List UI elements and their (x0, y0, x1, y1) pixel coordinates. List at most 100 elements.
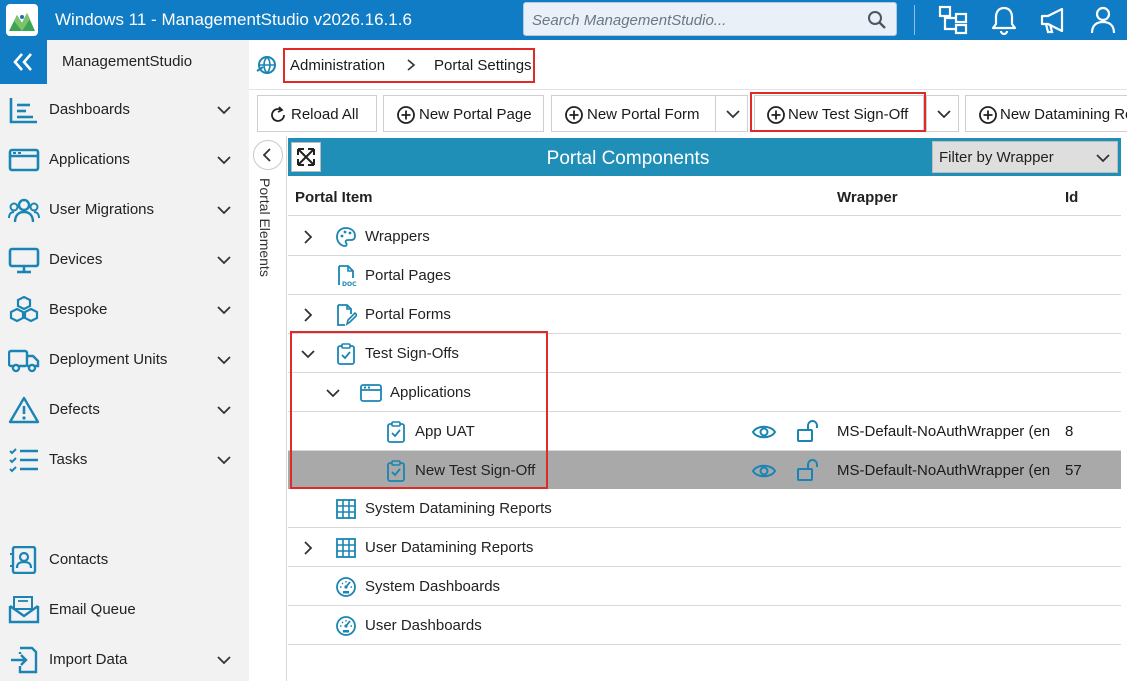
chevron-down-icon[interactable] (216, 202, 232, 218)
window-icon (8, 148, 40, 172)
chevron-right-icon[interactable] (300, 229, 316, 245)
users-icon (8, 198, 40, 223)
add-circle-icon (979, 106, 997, 124)
sidebar-item-defects[interactable]: Defects (0, 388, 249, 432)
sidebar-item-user-migrations[interactable]: User Migrations (0, 188, 249, 232)
add-circle-icon (397, 106, 415, 124)
collapse-sidebar-button[interactable] (0, 40, 47, 84)
column-id[interactable]: Id (1065, 189, 1078, 206)
sidebar-item-deployment-units[interactable]: Deployment Units (0, 338, 249, 382)
email-icon (8, 596, 40, 624)
tree-row-new-test-sign-off[interactable]: New Test Sign-Off MS-Default-NoAuthWrapp… (288, 451, 1121, 490)
eye-icon[interactable] (752, 461, 776, 481)
sidebar-item-bespoke[interactable]: Bespoke (0, 288, 249, 332)
grid-icon (336, 499, 356, 519)
monitor-icon (8, 247, 40, 274)
doc-file-icon: DOC (338, 265, 357, 287)
chevron-down-icon[interactable] (325, 385, 341, 401)
column-portal-item[interactable]: Portal Item (295, 189, 373, 206)
portal-elements-label[interactable]: Portal Elements (257, 178, 273, 277)
chevron-right-icon[interactable] (300, 540, 316, 556)
sidebar-item-label: Defects (49, 401, 100, 418)
tree-row-app-uat[interactable]: App UAT MS-Default-NoAuthWrapper (en 8 (288, 412, 1121, 451)
reload-all-label: Reload All (291, 106, 359, 123)
org-chart-icon[interactable] (937, 4, 969, 36)
tree-row-portal-forms[interactable]: Portal Forms (288, 295, 1121, 334)
sidebar-item-contacts[interactable]: Contacts (0, 538, 249, 582)
chevron-down-icon[interactable] (216, 252, 232, 268)
grid-icon (336, 538, 356, 558)
new-test-sign-off-label: New Test Sign-Off (788, 106, 909, 123)
tree-row-label: Portal Pages (365, 267, 451, 284)
new-portal-form-label: New Portal Form (587, 106, 700, 123)
sidebar: ManagementStudio Dashboards Applications (0, 40, 249, 681)
chevron-down-icon (937, 110, 951, 119)
tree-row-label: Applications (390, 384, 471, 401)
sidebar-item-label: User Migrations (49, 201, 155, 218)
chevron-down-icon[interactable] (216, 152, 232, 168)
new-test-sign-off-dropdown[interactable] (926, 95, 959, 132)
task-list-icon (9, 448, 38, 473)
app-title: Windows 11 - ManagementStudio v2026.16.1… (55, 10, 412, 29)
breadcrumb: Administration Portal Settings (249, 40, 1127, 90)
filter-by-wrapper-select[interactable]: Filter by Wrapper (932, 141, 1118, 173)
unlock-icon[interactable] (796, 459, 818, 481)
tree-row-system-dashboards[interactable]: System Dashboards (288, 567, 1121, 606)
new-datamining-report-button[interactable]: New Datamining Re (965, 95, 1127, 132)
tree-row-applications[interactable]: Applications (288, 373, 1121, 412)
eye-icon[interactable] (752, 422, 776, 442)
chevron-down-icon[interactable] (216, 352, 232, 368)
import-icon (11, 646, 38, 674)
chevron-down-icon[interactable] (216, 402, 232, 418)
breadcrumb-portal-settings[interactable]: Portal Settings (434, 57, 532, 74)
tree-row-label: App UAT (415, 423, 475, 440)
search-icon[interactable] (866, 9, 888, 31)
chevron-down-icon[interactable] (216, 652, 232, 668)
new-portal-form-dropdown[interactable] (715, 95, 748, 132)
tree-row-system-datamining-reports[interactable]: System Datamining Reports (288, 489, 1121, 528)
tree-row-portal-pages[interactable]: DOC Portal Pages (288, 256, 1121, 295)
wrapper-cell: MS-Default-NoAuthWrapper (en (837, 423, 1051, 440)
new-test-sign-off-button[interactable]: New Test Sign-Off (754, 95, 924, 132)
tree-row-user-datamining-reports[interactable]: User Datamining Reports (288, 528, 1121, 567)
breadcrumb-administration[interactable]: Administration (290, 57, 385, 74)
column-wrapper[interactable]: Wrapper (837, 189, 898, 206)
chevron-right-icon[interactable] (300, 307, 316, 323)
reload-all-button[interactable]: Reload All (257, 95, 377, 132)
tree-row-label: Test Sign-Offs (365, 345, 459, 362)
search-box[interactable] (523, 2, 897, 36)
collapse-panel-button[interactable] (253, 140, 283, 170)
sidebar-item-label: Import Data (49, 651, 128, 668)
sidebar-item-tasks[interactable]: Tasks (0, 438, 249, 482)
new-portal-form-button[interactable]: New Portal Form (551, 95, 716, 132)
sidebar-item-devices[interactable]: Devices (0, 238, 249, 282)
chevron-down-icon[interactable] (216, 452, 232, 468)
tree-row-user-dashboards[interactable]: User Dashboards (288, 606, 1121, 645)
sidebar-item-label: Deployment Units (49, 351, 168, 368)
new-portal-page-button[interactable]: New Portal Page (383, 95, 544, 132)
megaphone-icon[interactable] (1037, 4, 1069, 36)
cubes-icon (9, 296, 39, 323)
sidebar-item-dashboards[interactable]: Dashboards (0, 88, 249, 132)
chevron-down-icon[interactable] (300, 346, 316, 362)
search-input[interactable] (532, 9, 852, 31)
toolbar: Reload All New Portal Page New Portal Fo… (249, 90, 1127, 136)
sidebar-item-label: Bespoke (49, 301, 108, 318)
tree-row-test-sign-offs[interactable]: Test Sign-Offs (288, 334, 1121, 373)
reload-icon (271, 106, 285, 122)
bell-icon[interactable] (988, 4, 1020, 36)
chevron-right-icon (407, 59, 416, 71)
tree-row-label: Portal Forms (365, 306, 451, 323)
chevron-down-icon[interactable] (216, 102, 232, 118)
svg-text:DOC: DOC (342, 281, 357, 287)
sidebar-item-email-queue[interactable]: Email Queue (0, 588, 249, 632)
gauge-icon (336, 616, 356, 636)
sidebar-item-applications[interactable]: Applications (0, 138, 249, 182)
tree-row-wrappers[interactable]: Wrappers (288, 217, 1121, 256)
chevron-down-icon[interactable] (216, 302, 232, 318)
sidebar-item-import-data[interactable]: Import Data (0, 638, 249, 681)
logo-icon (6, 4, 38, 36)
palette-icon (336, 227, 356, 247)
user-icon[interactable] (1087, 4, 1119, 36)
unlock-icon[interactable] (796, 420, 818, 442)
